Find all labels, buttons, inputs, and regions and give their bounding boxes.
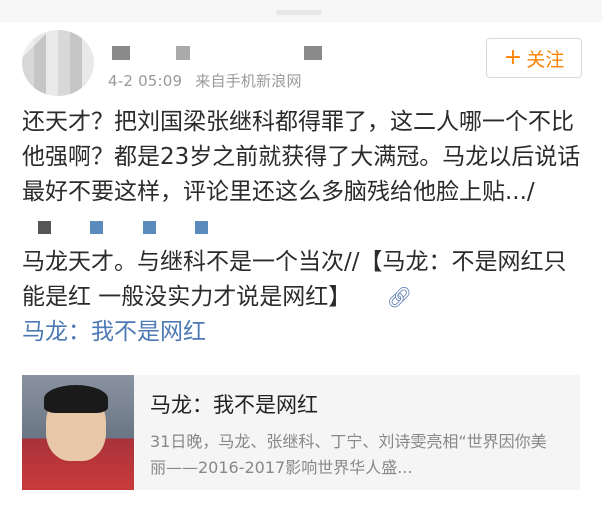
article-title: 马龙：我不是网红 <box>150 393 318 417</box>
post-paragraph: 还天才？把刘国梁张继科都得罪了，这二人哪一个不比他强啊？都是23岁之前就获得了大… <box>22 105 582 245</box>
plus-icon: + <box>503 45 523 70</box>
follow-button[interactable]: + 关注 <box>486 38 582 78</box>
post-paragraph: 马龙天才。与继科不是一个当次//【马龙：不是网红只能是红 一般没实力才说是网红】… <box>22 245 582 315</box>
drag-handle <box>276 10 322 15</box>
post-text-1: 还天才？把刘国梁张继科都得罪了，这二人哪一个不比他强啊？都是23岁之前就获得了大… <box>22 109 581 205</box>
redacted-mark <box>90 221 104 234</box>
follow-label: 关注 <box>526 48 565 71</box>
post-timestamp: 4-2 05:09 <box>108 72 183 90</box>
redacted-mark <box>194 221 208 234</box>
avatar[interactable] <box>22 30 94 96</box>
post-meta: 4-2 05:09 来自手机新浪网 <box>108 70 302 91</box>
redacted-mark <box>38 221 51 234</box>
link-icon[interactable]: 🔗︎ <box>387 280 412 315</box>
post-text-2: 马龙天才。与继科不是一个当次//【马龙：不是网红只能是红 一般没实力才说是网红】 <box>22 249 567 310</box>
top-bar <box>0 0 602 22</box>
article-thumbnail <box>22 375 134 490</box>
article-description: 31日晚，马龙、张继科、丁宁、刘诗雯亮相“世界因你美丽——2016-2017影响… <box>150 432 547 477</box>
post-source[interactable]: 来自手机新浪网 <box>195 72 301 90</box>
topic-link[interactable]: 马龙：我不是网红 <box>22 319 206 345</box>
linked-article-card[interactable]: 马龙：我不是网红 31日晚，马龙、张继科、丁宁、刘诗雯亮相“世界因你美丽——20… <box>22 375 580 490</box>
username-redacted[interactable] <box>108 46 348 64</box>
redacted-mark <box>142 221 156 234</box>
post-content: 还天才？把刘国梁张继科都得罪了，这二人哪一个不比他强啊？都是23岁之前就获得了大… <box>22 105 582 350</box>
